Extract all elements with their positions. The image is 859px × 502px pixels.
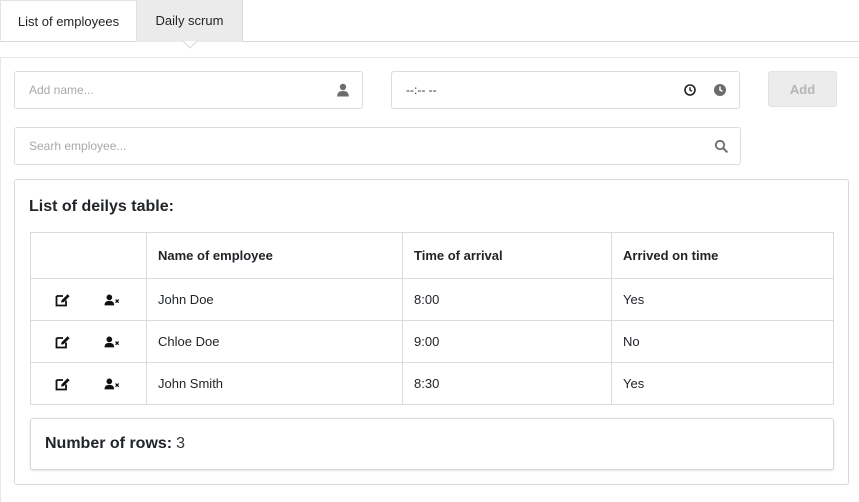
remove-user-icon[interactable] <box>104 335 120 349</box>
header-name[interactable]: Name of employee <box>146 232 403 279</box>
clock-icon <box>714 84 726 96</box>
cell-time: 8:00 <box>402 278 612 321</box>
table-title: List of deilys table: <box>29 198 174 215</box>
edit-icon[interactable] <box>55 377 71 391</box>
table-row: John Doe 8:00 Yes <box>30 278 834 321</box>
active-tab-caret-icon <box>183 41 197 49</box>
table-header-row: Name of employee Time of arrival Arrived… <box>30 232 834 279</box>
edit-icon[interactable] <box>55 335 71 349</box>
name-field[interactable] <box>14 71 363 109</box>
clock-outline-icon[interactable] <box>683 83 697 97</box>
time-field[interactable] <box>391 71 740 109</box>
search-icon <box>714 139 728 153</box>
dailys-table: Name of employee Time of arrival Arrived… <box>30 232 834 405</box>
time-input[interactable] <box>406 83 725 97</box>
row-actions <box>30 362 147 405</box>
cell-name: Chloe Doe <box>146 320 403 363</box>
cell-on-time: No <box>611 320 834 363</box>
cell-on-time: Yes <box>611 362 834 405</box>
header-time[interactable]: Time of arrival <box>402 232 612 279</box>
remove-user-icon[interactable] <box>104 377 120 391</box>
edit-icon[interactable] <box>55 293 71 307</box>
row-actions <box>30 320 147 363</box>
remove-user-icon[interactable] <box>104 293 120 307</box>
search-input[interactable] <box>29 139 726 153</box>
search-field[interactable] <box>14 127 741 165</box>
table-row: Chloe Doe 9:00 No <box>30 320 834 363</box>
tab-list-of-employees[interactable]: List of employees <box>0 0 137 42</box>
header-actions <box>30 232 147 279</box>
row-count-box: Number of rows: 3 <box>30 418 834 470</box>
dailys-card: List of deilys table: Name of employee T… <box>14 179 849 485</box>
header-on-time[interactable]: Arrived on time <box>611 232 834 279</box>
name-input[interactable] <box>29 83 348 97</box>
table-row: John Smith 8:30 Yes <box>30 362 834 405</box>
row-count-label: Number of rows: <box>45 435 173 452</box>
tab-daily-scrum[interactable]: Daily scrum <box>137 0 243 42</box>
tab-bar: List of employees Daily scrum <box>0 0 859 42</box>
cell-time: 8:30 <box>402 362 612 405</box>
cell-time: 9:00 <box>402 320 612 363</box>
cell-on-time: Yes <box>611 278 834 321</box>
user-icon <box>337 83 349 97</box>
add-button[interactable]: Add <box>768 71 837 107</box>
cell-name: John Smith <box>146 362 403 405</box>
row-actions <box>30 278 147 321</box>
cell-name: John Doe <box>146 278 403 321</box>
row-count-value: 3 <box>176 435 186 452</box>
